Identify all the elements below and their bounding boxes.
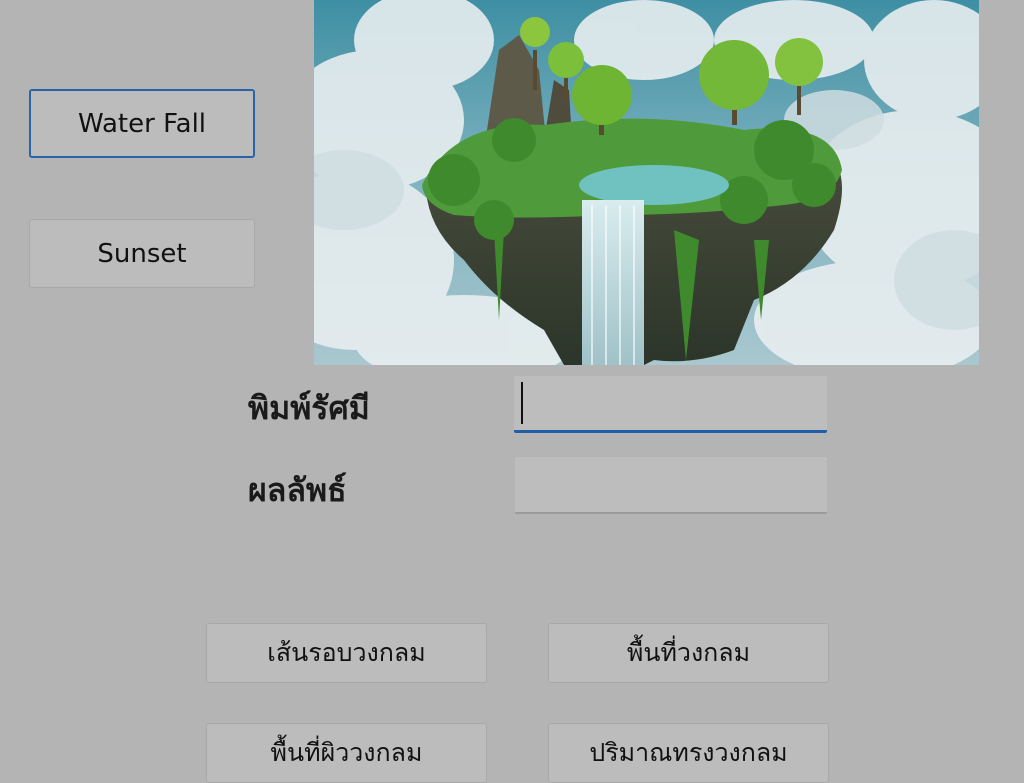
radius-label: พิมพ์รัศมี: [248, 389, 370, 427]
floating-island-picture: [314, 0, 979, 365]
surface-area-button[interactable]: พื้นที่ผิววงกลม: [206, 723, 487, 783]
circumference-button[interactable]: เส้นรอบวงกลม: [206, 623, 487, 683]
result-label: ผลลัพธ์: [248, 471, 347, 509]
result-field[interactable]: [515, 457, 827, 514]
text-caret: [521, 382, 523, 424]
waterfall-button[interactable]: Water Fall: [29, 89, 255, 158]
volume-button[interactable]: ปริมาณทรงวงกลม: [548, 723, 829, 783]
sunset-button[interactable]: Sunset: [29, 219, 255, 288]
circle-area-button[interactable]: พื้นที่วงกลม: [548, 623, 829, 683]
radius-input[interactable]: [514, 376, 827, 433]
